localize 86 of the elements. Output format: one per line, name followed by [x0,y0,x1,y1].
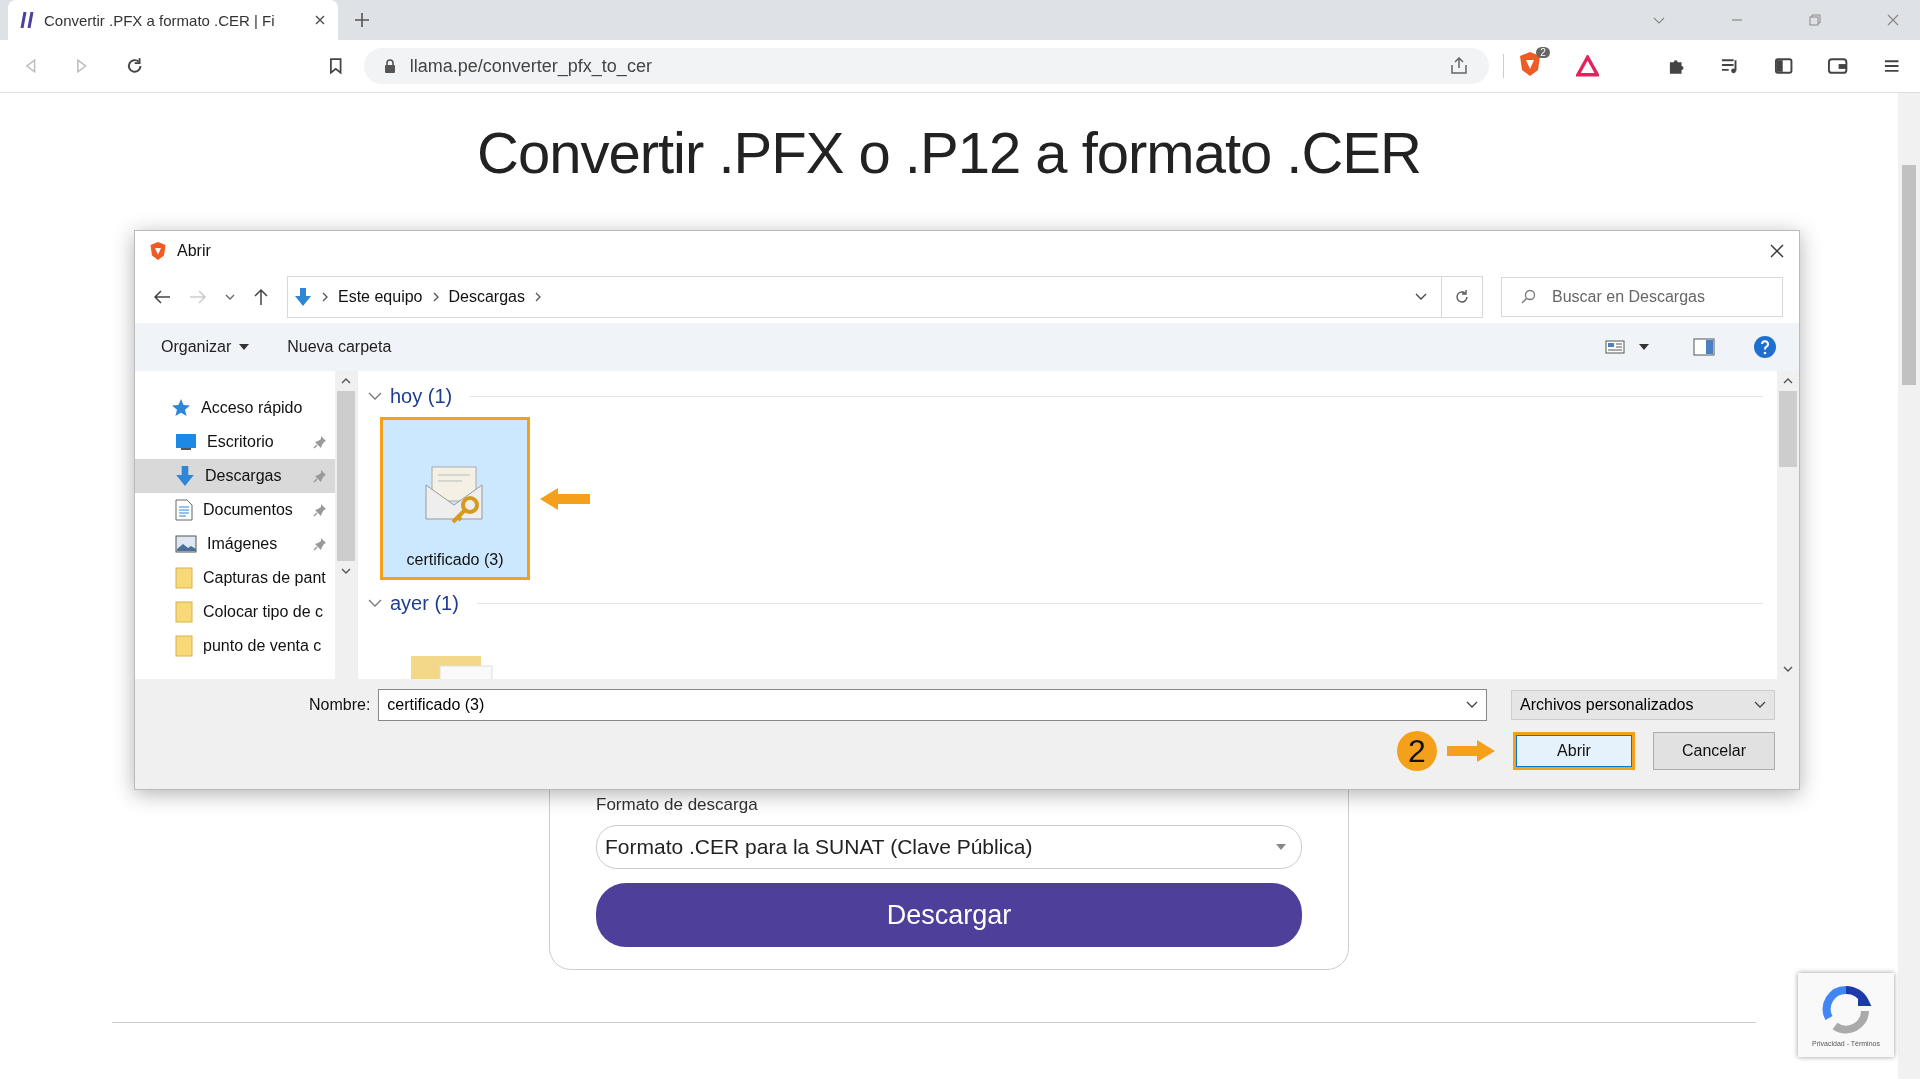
filename-field[interactable]: certificado (3) [378,689,1487,721]
caret-icon [239,344,250,350]
lock-icon [383,59,396,73]
sidebar-item[interactable]: Capturas de pant [135,561,335,595]
new-folder-button[interactable]: Nueva carpeta [275,334,404,360]
group-header[interactable]: hoy (1) [390,384,453,408]
bookmark-icon[interactable] [328,57,344,75]
file-tile[interactable]: certificado (3) [380,417,530,580]
view-options-icon[interactable] [1605,339,1625,355]
tab-title: Convertir .PFX a formato .CER | Fi [44,11,276,29]
folder-icon [175,567,193,589]
sidebar-item[interactable]: punto de venta c [135,629,335,663]
download-arrow-icon [294,287,312,307]
preview-pane-icon[interactable] [1693,338,1715,356]
browser-tab[interactable]: Convertir .PFX a formato .CER | Fi [8,0,338,40]
sidebar-scrollbar[interactable] [335,371,357,679]
chevron-down-icon [1754,701,1766,709]
search-field[interactable]: Buscar en Descargas [1501,277,1783,317]
scroll-up-icon[interactable] [1783,377,1793,385]
scroll-up-icon[interactable] [341,377,351,385]
chevron-down-icon[interactable] [1415,293,1427,301]
step-number-badge: 2 [1397,731,1437,771]
scroll-thumb[interactable] [337,391,355,561]
refresh-button[interactable] [1442,276,1483,318]
caret-icon[interactable] [1639,344,1649,350]
format-select[interactable]: Formato .CER para la SUNAT (Clave Pública) [596,825,1302,869]
refresh-icon [1454,289,1470,305]
breadcrumb-item[interactable]: Descargas [448,288,525,306]
address-bar[interactable]: llama.pe/converter_pfx_to_cer [363,48,1489,84]
scroll-thumb[interactable] [1902,165,1916,385]
dropdown-arrow-icon [1275,843,1287,851]
site-logo-icon [20,11,34,29]
close-icon[interactable] [314,14,326,26]
folder-icon [175,601,193,623]
sidebar-item[interactable]: Acceso rápido [135,391,335,425]
menu-icon[interactable] [1882,58,1900,74]
organize-menu-button[interactable]: Organizar [149,334,262,360]
triangle-icon[interactable] [1575,55,1600,77]
pointer-arrow-icon [1447,740,1495,762]
dialog-button[interactable]: Cancelar [1653,732,1775,770]
chevron-right-icon [322,292,328,302]
help-icon[interactable] [1753,335,1777,359]
scroll-down-icon[interactable] [341,567,351,575]
pointer-arrow-icon [540,487,590,510]
search-icon [1520,289,1536,305]
group-header[interactable]: ayer (1) [390,591,459,615]
file-type-select[interactable]: Archivos personalizados [1511,690,1775,720]
breadcrumb-item[interactable]: Este equipo [338,288,423,306]
chevron-down-icon[interactable] [225,293,235,301]
chevron-down-icon[interactable] [368,598,382,608]
page-scrollbar[interactable] [1898,93,1920,1079]
content-scrollbar[interactable] [1777,371,1799,679]
document-icon [175,499,193,521]
sidebar-item[interactable]: Colocar tipo de c [135,595,335,629]
chevron-down-icon [1466,701,1478,709]
sidebar-item[interactable]: Escritorio [135,425,335,459]
dialog-title: Abrir [177,242,211,260]
field-label: Formato de descarga [596,795,759,815]
chevron-right-icon [432,292,439,302]
chevron-down-icon[interactable] [368,391,382,401]
download-arrow-icon [175,465,195,487]
shield-icon[interactable] [1517,51,1542,77]
new-tab-icon[interactable] [354,12,370,28]
up-arrow-icon[interactable] [253,288,269,306]
back-arrow-icon[interactable] [153,289,171,305]
path-bar[interactable]: Este equipo Descargas [287,276,1442,318]
star-icon [171,398,191,418]
scroll-thumb[interactable] [1779,391,1797,467]
wallet-icon[interactable] [1827,57,1849,75]
shield-icon [149,241,167,261]
close-icon[interactable] [1769,243,1785,259]
picture-icon [175,535,197,553]
chevron-right-icon[interactable] [535,292,541,302]
folder-icon [175,635,193,657]
filename-label: Nombre: [309,696,371,714]
page-heading: Convertir .PFX o .P12 a formato .CER [477,119,1421,186]
download-button[interactable]: Descargar [596,883,1302,947]
sidebar-item[interactable]: Imágenes [135,527,335,561]
notification-badge: 2 [1536,47,1550,58]
share-icon[interactable] [1448,57,1469,75]
sidebar-item[interactable]: Documentos [135,493,335,527]
scroll-down-icon[interactable] [1783,665,1793,673]
sidebar-icon[interactable] [1773,57,1794,75]
monitor-icon [175,433,197,451]
sidebar-item[interactable]: Descargas [135,459,335,493]
dialog-button[interactable]: Abrir [1513,732,1635,770]
